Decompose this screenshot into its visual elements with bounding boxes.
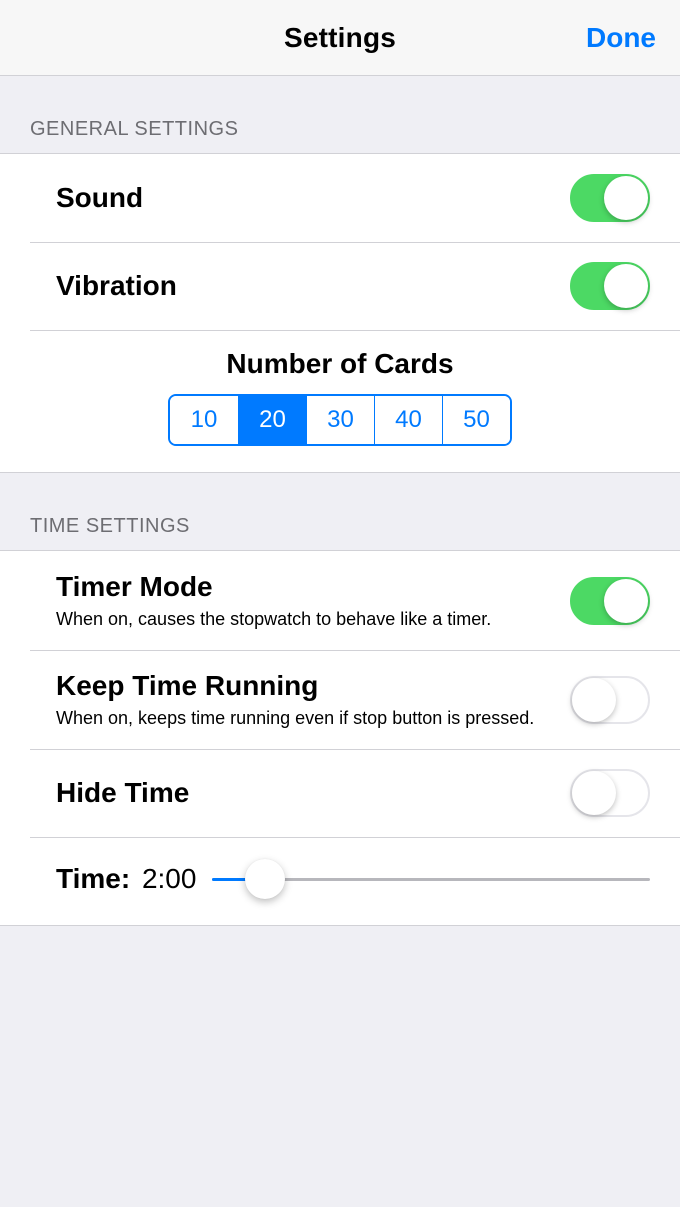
- keep-running-sub: When on, keeps time running even if stop…: [56, 708, 554, 729]
- cards-option-30[interactable]: 30: [306, 396, 374, 444]
- vibration-label: Vibration: [56, 270, 554, 302]
- done-button[interactable]: Done: [586, 22, 656, 54]
- hide-time-toggle[interactable]: [570, 769, 650, 817]
- vibration-toggle[interactable]: [570, 262, 650, 310]
- timer-mode-label: Timer Mode: [56, 571, 554, 603]
- cards-option-10[interactable]: 10: [170, 396, 238, 444]
- row-keep-running: Keep Time Running When on, keeps time ru…: [0, 650, 680, 749]
- cards-title: Number of Cards: [0, 348, 680, 380]
- row-vibration: Vibration: [0, 242, 680, 330]
- section-header-general: GENERAL SETTINGS: [0, 76, 680, 153]
- sound-toggle[interactable]: [570, 174, 650, 222]
- slider-thumb[interactable]: [245, 859, 285, 899]
- timer-mode-sub: When on, causes the stopwatch to behave …: [56, 609, 554, 630]
- cards-option-40[interactable]: 40: [374, 396, 442, 444]
- navbar-title: Settings: [284, 22, 396, 54]
- cards-option-50[interactable]: 50: [442, 396, 510, 444]
- row-hide-time: Hide Time: [0, 749, 680, 837]
- section-header-time: TIME SETTINGS: [0, 473, 680, 550]
- time-label-text: Time:: [56, 863, 130, 894]
- time-label: Time: 2:00: [56, 863, 196, 895]
- keep-running-toggle[interactable]: [570, 676, 650, 724]
- cards-option-20[interactable]: 20: [238, 396, 306, 444]
- keep-running-label: Keep Time Running: [56, 670, 554, 702]
- navbar: Settings Done: [0, 0, 680, 76]
- cards-segmented: 1020304050: [168, 394, 512, 446]
- time-value: 2:00: [142, 863, 197, 894]
- sound-label: Sound: [56, 182, 554, 214]
- time-slider[interactable]: [212, 859, 650, 899]
- row-cards: Number of Cards 1020304050: [0, 330, 680, 472]
- hide-time-label: Hide Time: [56, 777, 554, 809]
- row-time-slider: Time: 2:00: [0, 837, 680, 925]
- row-timer-mode: Timer Mode When on, causes the stopwatch…: [0, 551, 680, 650]
- section-general: Sound Vibration Number of Cards 10203040…: [0, 153, 680, 473]
- section-time: Timer Mode When on, causes the stopwatch…: [0, 550, 680, 926]
- timer-mode-toggle[interactable]: [570, 577, 650, 625]
- row-sound: Sound: [0, 154, 680, 242]
